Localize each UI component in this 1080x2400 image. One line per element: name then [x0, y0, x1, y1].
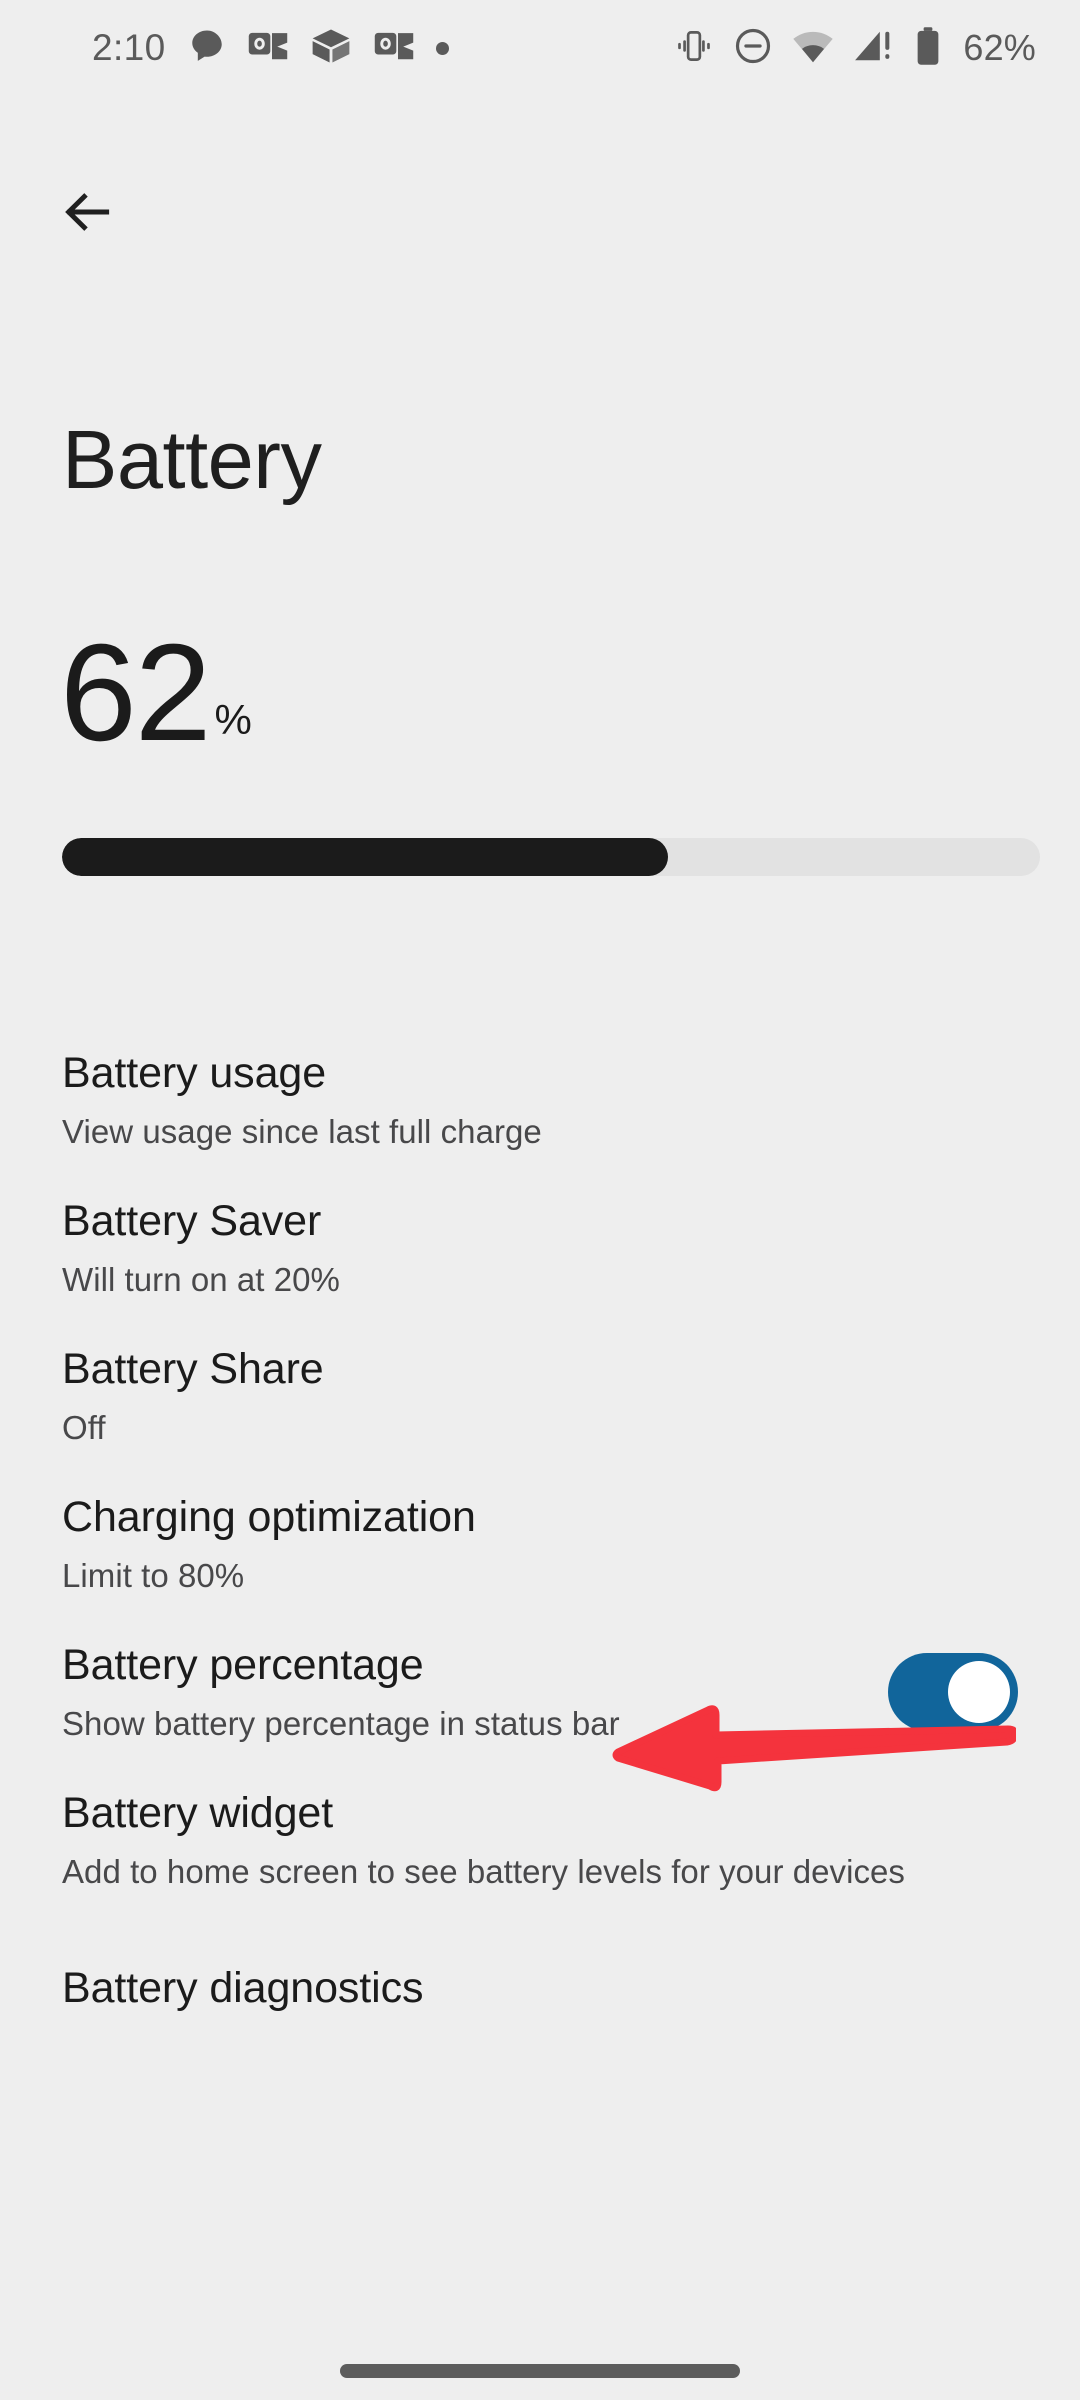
list-item-title: Battery percentage [62, 1641, 424, 1689]
row-text: Battery percentage Show battery percenta… [62, 1640, 864, 1744]
list-item-title: Battery Share [62, 1345, 324, 1393]
row-text: Battery diagnostics [62, 1963, 1018, 2014]
list-item-battery-share[interactable]: Battery Share Off [0, 1322, 1080, 1470]
list-item-subtitle: Show battery percentage in status bar [62, 1704, 620, 1742]
content-clip: Battery usage View usage since last full… [0, 0, 1080, 2400]
row-text: Charging optimization Limit to 80% [62, 1492, 1018, 1596]
toggle-knob [948, 1661, 1010, 1723]
list-item-charging-optimization[interactable]: Charging optimization Limit to 80% [0, 1470, 1080, 1618]
list-item-battery-saver[interactable]: Battery Saver Will turn on at 20% [0, 1174, 1080, 1322]
list-item-subtitle: Add to home screen to see battery levels… [62, 1852, 905, 1890]
list-item-subtitle: View usage since last full charge [62, 1112, 542, 1150]
list-item-battery-usage[interactable]: Battery usage View usage since last full… [0, 1026, 1080, 1174]
list-item-subtitle: Off [62, 1408, 106, 1446]
list-item-battery-percentage[interactable]: Battery percentage Show battery percenta… [0, 1618, 1080, 1766]
row-text: Battery usage View usage since last full… [62, 1048, 1018, 1152]
list-item-title: Battery Saver [62, 1197, 322, 1245]
row-text: Battery widget Add to home screen to see… [62, 1788, 1018, 1892]
list-item-title: Battery diagnostics [62, 1963, 424, 2012]
battery-settings-list: Battery usage View usage since last full… [0, 1026, 1080, 2062]
row-text: Battery Share Off [62, 1344, 1018, 1448]
row-text: Battery Saver Will turn on at 20% [62, 1196, 1018, 1300]
gesture-home-bar[interactable] [340, 2364, 740, 2378]
list-item-subtitle: Limit to 80% [62, 1556, 245, 1594]
list-item-title: Battery widget [62, 1789, 334, 1837]
list-item-title: Battery usage [62, 1049, 327, 1097]
battery-percentage-toggle[interactable] [888, 1653, 1018, 1731]
list-item-battery-widget[interactable]: Battery widget Add to home screen to see… [0, 1766, 1080, 1914]
list-item-battery-diagnostics[interactable]: Battery diagnostics [0, 1914, 1080, 2062]
list-item-subtitle: Will turn on at 20% [62, 1260, 340, 1298]
list-item-title: Charging optimization [62, 1493, 476, 1541]
